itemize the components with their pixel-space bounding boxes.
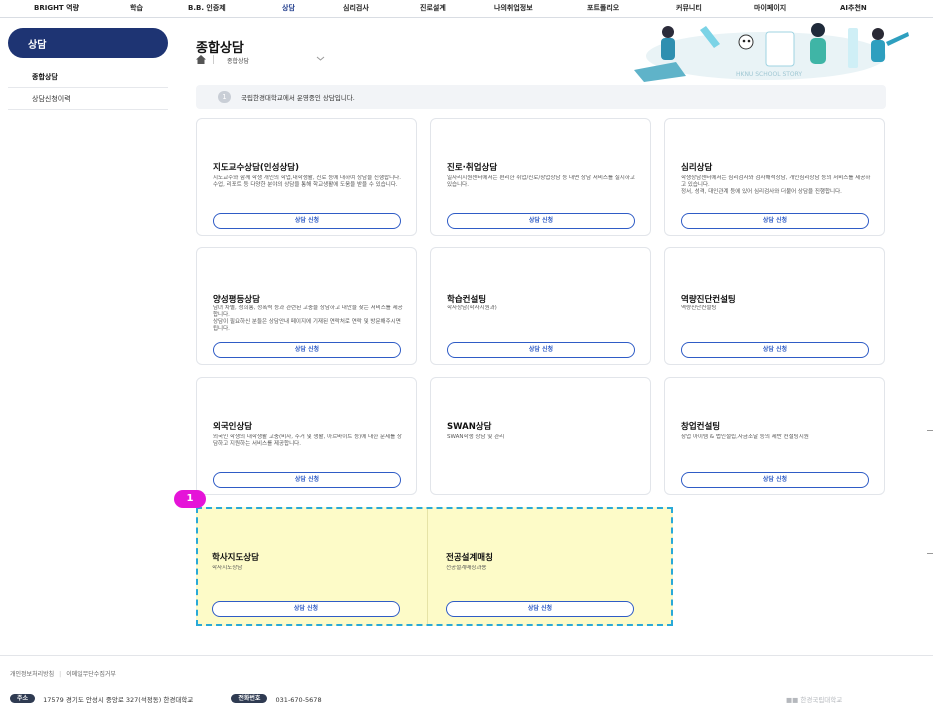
apply-button[interactable]: 상담 신청 — [213, 472, 401, 488]
header-illustration: HKNU SCHOOL STORY — [634, 23, 909, 82]
chevron-down-icon[interactable] — [316, 54, 325, 63]
card-competency-consulting: 역량진단컨설팅 역량진단컨설팅 상담 신청 — [664, 247, 885, 365]
breadcrumb-current: 종합상담 — [227, 58, 250, 65]
nav-item-ai-recommend[interactable]: AI추천N — [840, 3, 867, 13]
notice-number-badge: 1 — [218, 91, 231, 103]
edge-mark — [927, 553, 933, 554]
footer-divider — [0, 655, 933, 656]
card-title: 양성평등상담 — [213, 295, 260, 305]
card-title: SWAN상담 — [447, 422, 492, 432]
nav-item-career[interactable]: 진로설계 — [420, 3, 446, 13]
sidebar-item-history[interactable]: 상담신청이력 — [8, 88, 168, 110]
page-title: 종합상담 — [196, 41, 244, 56]
card-title: 진로·취업상담 — [447, 163, 498, 173]
apply-button[interactable]: 상담 신청 — [681, 213, 869, 229]
card-title: 역량진단컨설팅 — [681, 295, 736, 305]
footer-links: 개인정보처리방침 | 이메일무단수집거부 — [10, 669, 116, 678]
card-academic-advising: 학사지도상담 학사지도상담 상담 신청 — [196, 509, 417, 625]
card-advisor-counsel: 지도교수상담(인성상담) 지도교수와 함께 학생 개인의 학업,대학생활, 진로… — [196, 118, 417, 236]
card-gender-equality: 양성평등상담 남녀 차별, 성희롱, 성폭력 등과 관련된 고충을 상담하고 대… — [196, 247, 417, 365]
email-refusal-link[interactable]: 이메일무단수집거부 — [66, 671, 116, 678]
notice-bar: 1 국립한경대학교에서 운영중인 상담입니다. — [196, 85, 886, 109]
sidebar-item-general-counsel[interactable]: 종합상담 — [8, 66, 168, 88]
apply-button[interactable]: 상담 신청 — [681, 342, 869, 358]
logo-text: 한경국립대학교 — [800, 696, 843, 704]
phone-tag: 전화번호 — [231, 694, 268, 703]
card-description: SWAN학생 상담 및 관리 — [447, 434, 505, 440]
phone-text: 031-670-5678 — [275, 696, 322, 704]
card-title: 외국인상담 — [213, 422, 253, 432]
footer-info: 주소 17579 경기도 안성시 중앙로 327(석정동) 한경대학교 전화번호… — [10, 694, 322, 704]
apply-button[interactable]: 상담 신청 — [681, 472, 869, 488]
breadcrumb-divider — [213, 55, 214, 64]
logo-mark-icon: ■■ — [786, 696, 799, 704]
card-description: 학생상담센터에서는 심리검사와 검사해석상담, 개인심리상담 등의 서비스를 제… — [681, 175, 871, 195]
card-psych-counsel: 심리상담 학생상담센터에서는 심리검사와 검사해석상담, 개인심리상담 등의 서… — [664, 118, 885, 236]
nav-item-psych-test[interactable]: 심리검사 — [343, 3, 369, 13]
card-description: 학사상담(학사지원과) — [447, 305, 497, 311]
card-title: 창업컨설팅 — [681, 422, 721, 432]
card-description: 외국인 학생의 대학생활 고충(비자, 주거 및 생활, 아르바이트 등)에 대… — [213, 434, 402, 447]
home-icon[interactable] — [196, 55, 206, 64]
edge-mark — [927, 430, 933, 431]
card-swan-counsel: SWAN상담 SWAN학생 상담 및 관리 — [430, 377, 651, 495]
card-title: 지도교수상담(인성상담) — [213, 163, 299, 173]
university-logo: ■■ 한경국립대학교 — [786, 694, 842, 704]
annotation-marker: 1 — [174, 490, 206, 508]
nav-item-counsel[interactable]: 상담 — [282, 3, 295, 13]
address-text: 17579 경기도 안성시 중앙로 327(석정동) 한경대학교 — [43, 696, 194, 704]
card-learning-consulting: 학습컨설팅 학사상담(학사지원과) 상담 신청 — [430, 247, 651, 365]
top-nav: BRIGHT 역량 학습 B.B. 인증제 상담 심리검사 진로설계 나의취업정… — [0, 0, 933, 18]
sidebar-title: 상담 — [8, 28, 168, 58]
card-title: 전공설계매칭 — [446, 553, 493, 563]
card-description: 전공설계매칭과용 — [446, 565, 487, 571]
privacy-policy-link[interactable]: 개인정보처리방침 — [10, 671, 54, 678]
nav-item-mypage[interactable]: 마이페이지 — [754, 3, 786, 13]
nav-item-my-jobs[interactable]: 나의취업정보 — [494, 3, 533, 13]
nav-item-bright[interactable]: BRIGHT 역량 — [34, 3, 79, 13]
card-foreigner-counsel: 외국인상담 외국인 학생의 대학생활 고충(비자, 주거 및 생활, 아르바이트… — [196, 377, 417, 495]
card-title: 심리상담 — [681, 163, 713, 173]
nav-item-community[interactable]: 커뮤니티 — [676, 3, 702, 13]
card-description: 역량진단컨설팅 — [681, 305, 717, 311]
card-description: 학사지도상담 — [212, 565, 243, 571]
card-career-counsel: 진로·취업상담 일자리지원센터에서는 편리한 취업/진로/창업상담 등 대면 상… — [430, 118, 651, 236]
apply-button[interactable]: 상담 신청 — [213, 213, 401, 229]
address-tag: 주소 — [10, 694, 36, 703]
card-major-design-matching: 전공설계매칭 전공설계매칭과용 상담 신청 — [430, 509, 651, 625]
nav-item-portfolio[interactable]: 포트폴리오 — [587, 3, 619, 13]
card-title: 학습컨설팅 — [447, 295, 487, 305]
footer-link-separator: | — [59, 671, 62, 678]
hero-caption: HKNU SCHOOL STORY — [736, 71, 802, 78]
apply-button[interactable]: 상담 신청 — [212, 601, 400, 617]
highlight-divider — [427, 509, 428, 624]
sidebar: 상담 종합상담 상담신청이력 — [8, 28, 168, 110]
card-description: 창업 아이템 & 법인설립,자금조달 등의 제반 컨설팅지원 — [681, 434, 809, 440]
nav-item-study[interactable]: 학습 — [130, 3, 143, 13]
card-description: 일자리지원센터에서는 편리한 취업/진로/창업상담 등 대면 상담 서비스를 실… — [447, 175, 635, 188]
nav-item-bb[interactable]: B.B. 인증제 — [188, 3, 226, 13]
card-description: 남녀 차별, 성희롱, 성폭력 등과 관련된 고충을 상담하고 대안을 찾는 서… — [213, 305, 403, 332]
apply-button[interactable]: 상담 신청 — [447, 342, 635, 358]
notice-text: 국립한경대학교에서 운영중인 상담입니다. — [241, 94, 355, 102]
card-startup-consulting: 창업컨설팅 창업 아이템 & 법인설립,자금조달 등의 제반 컨설팅지원 상담 … — [664, 377, 885, 495]
card-description: 지도교수와 함께 학생 개인의 학업,대학생활, 진로 등에 대하여 상담을 진… — [213, 175, 401, 188]
apply-button[interactable]: 상담 신청 — [446, 601, 634, 617]
apply-button[interactable]: 상담 신청 — [447, 213, 635, 229]
card-title: 학사지도상담 — [212, 553, 259, 563]
apply-button[interactable]: 상담 신청 — [213, 342, 401, 358]
